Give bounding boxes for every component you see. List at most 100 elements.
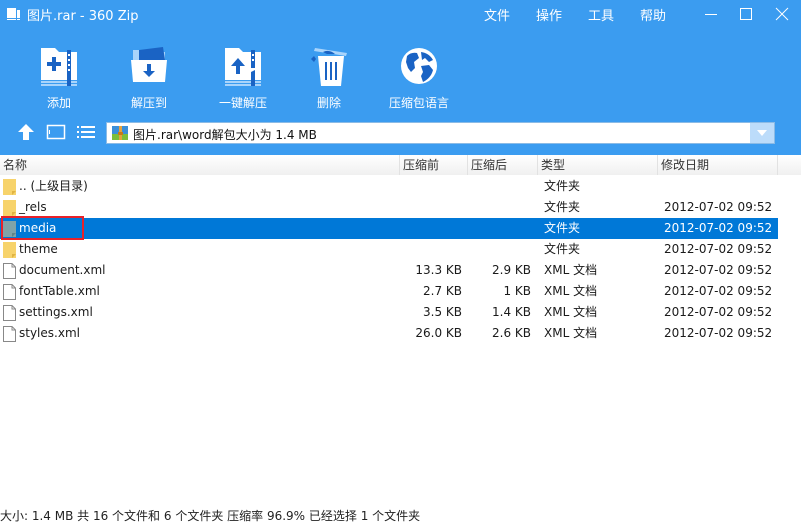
file-size-after: 1 KB: [503, 284, 531, 298]
file-size-after: [470, 239, 531, 260]
file-size-after: 2.6 KB: [492, 326, 531, 340]
file-date: 2012-07-02 09:52: [664, 284, 773, 298]
file-type: 文件夹: [544, 200, 581, 214]
file-icon: [3, 284, 16, 300]
menu-file[interactable]: 文件: [484, 5, 510, 24]
archive-icon: [112, 126, 128, 140]
file-size-after: [470, 218, 531, 239]
file-size-before: 3.5 KB: [423, 305, 462, 319]
file-size-before: [400, 218, 462, 239]
path-dropdown-button[interactable]: [750, 123, 774, 143]
thumbnail-view-icon: [46, 124, 66, 140]
file-row-parent[interactable]: .. (上级目录) 文件夹: [0, 176, 778, 197]
file-date: 2012-07-02 09:52: [664, 242, 773, 256]
delete-label: 删除: [316, 96, 341, 110]
maximize-button[interactable]: [731, 0, 761, 28]
menu-tools[interactable]: 工具: [588, 5, 614, 24]
window-title: 图片.rar - 360 Zip: [27, 9, 139, 24]
file-icon: [3, 305, 16, 321]
add-button[interactable]: 添加: [14, 44, 104, 114]
file-size-before: [400, 239, 462, 260]
file-name: fontTable.xml: [19, 284, 100, 298]
column-type[interactable]: 类型: [538, 155, 658, 175]
arrow-up-icon: [18, 124, 34, 140]
file-size-before: 2.7 KB: [423, 284, 462, 298]
menu-help[interactable]: 帮助: [640, 5, 666, 24]
list-view-icon: [77, 126, 95, 138]
file-name: .. (上级目录): [19, 179, 88, 193]
file-row-fonttable[interactable]: fontTable.xml 2.7 KB 1 KB XML 文档 2012-07…: [0, 281, 778, 302]
extract-to-button[interactable]: 解压到: [104, 44, 194, 114]
path-field[interactable]: 图片.rar\word解包大小为 1.4 MB: [106, 122, 775, 144]
file-name: styles.xml: [19, 326, 80, 340]
archive-language-label: 压缩包语言: [388, 96, 449, 110]
column-header: 名称 压缩前 压缩后 类型 修改日期: [0, 155, 801, 175]
file-size-before: 13.3 KB: [415, 263, 462, 277]
file-size-before: [400, 197, 462, 218]
minimize-icon: [705, 14, 717, 15]
column-name[interactable]: 名称: [0, 155, 400, 175]
close-icon: [775, 7, 789, 21]
file-size-before: [400, 176, 462, 197]
file-row-theme[interactable]: theme 文件夹 2012-07-02 09:52: [0, 239, 778, 260]
file-type: XML 文档: [544, 305, 598, 319]
add-label: 添加: [46, 96, 71, 110]
list-view-button[interactable]: [75, 121, 97, 143]
menu-operation[interactable]: 操作: [536, 5, 562, 24]
one-click-extract-label: 一键解压: [218, 96, 267, 110]
file-name: settings.xml: [19, 305, 93, 319]
highlight-annotation-box: [1, 216, 84, 240]
file-row-document[interactable]: document.xml 13.3 KB 2.9 KB XML 文档 2012-…: [0, 260, 778, 281]
file-icon: [3, 326, 16, 342]
file-size-after: [470, 176, 531, 197]
file-type: XML 文档: [544, 326, 598, 340]
close-button[interactable]: [767, 0, 797, 28]
file-date: 2012-07-02 09:52: [664, 305, 773, 319]
file-icon: [3, 263, 16, 279]
file-size-after: 2.9 KB: [492, 263, 531, 277]
file-size-before: 26.0 KB: [415, 326, 462, 340]
thumbnail-view-button[interactable]: [45, 121, 67, 143]
file-date: 2012-07-02 09:52: [664, 200, 773, 214]
file-row-rels[interactable]: _rels 文件夹 2012-07-02 09:52: [0, 197, 778, 218]
extract-to-icon: [131, 47, 167, 82]
status-bar: 大小: 1.4 MB 共 16 个文件和 6 个文件夹 压缩率 96.9% 已经…: [0, 509, 421, 523]
one-click-extract-icon: [225, 48, 261, 86]
chevron-down-icon: [757, 130, 767, 136]
folder-icon: [3, 179, 16, 195]
file-type: XML 文档: [544, 263, 598, 277]
path-text: 图片.rar\word解包大小为 1.4 MB: [133, 128, 317, 142]
delete-icon: [311, 48, 347, 86]
column-modified[interactable]: 修改日期: [658, 155, 778, 175]
maximize-icon: [740, 8, 752, 20]
title-bar: 图片.rar - 360 Zip 文件 操作 工具 帮助: [0, 0, 801, 28]
minimize-button[interactable]: [696, 0, 726, 28]
folder-icon: [3, 242, 16, 258]
file-name: theme: [19, 242, 58, 256]
add-archive-icon: [41, 48, 77, 86]
file-type: 文件夹: [544, 179, 581, 193]
delete-button[interactable]: 删除: [284, 44, 374, 114]
file-row-settings[interactable]: settings.xml 3.5 KB 1.4 KB XML 文档 2012-0…: [0, 302, 778, 323]
column-size-before[interactable]: 压缩前: [400, 155, 468, 175]
column-size-after[interactable]: 压缩后: [468, 155, 538, 175]
file-type: XML 文档: [544, 284, 598, 298]
globe-icon: [401, 48, 437, 84]
file-size-after: [470, 197, 531, 218]
go-up-button[interactable]: [15, 121, 37, 143]
file-type: 文件夹: [544, 242, 581, 256]
folder-icon: [3, 200, 16, 216]
file-name: document.xml: [19, 263, 106, 277]
file-type: 文件夹: [544, 221, 581, 235]
app-logo-icon: [7, 8, 20, 20]
file-date: 2012-07-02 09:52: [664, 221, 773, 235]
one-click-extract-button[interactable]: 一键解压: [198, 44, 288, 114]
file-row-media[interactable]: media 文件夹 2012-07-02 09:52: [0, 218, 778, 239]
archive-language-button[interactable]: 压缩包语言: [374, 44, 464, 114]
file-date: 2012-07-02 09:52: [664, 263, 773, 277]
file-size-after: 1.4 KB: [492, 305, 531, 319]
file-date: 2012-07-02 09:52: [664, 326, 773, 340]
extract-to-label: 解压到: [130, 96, 167, 110]
file-row-styles[interactable]: styles.xml 26.0 KB 2.6 KB XML 文档 2012-07…: [0, 323, 778, 344]
file-name: _rels: [19, 200, 47, 214]
